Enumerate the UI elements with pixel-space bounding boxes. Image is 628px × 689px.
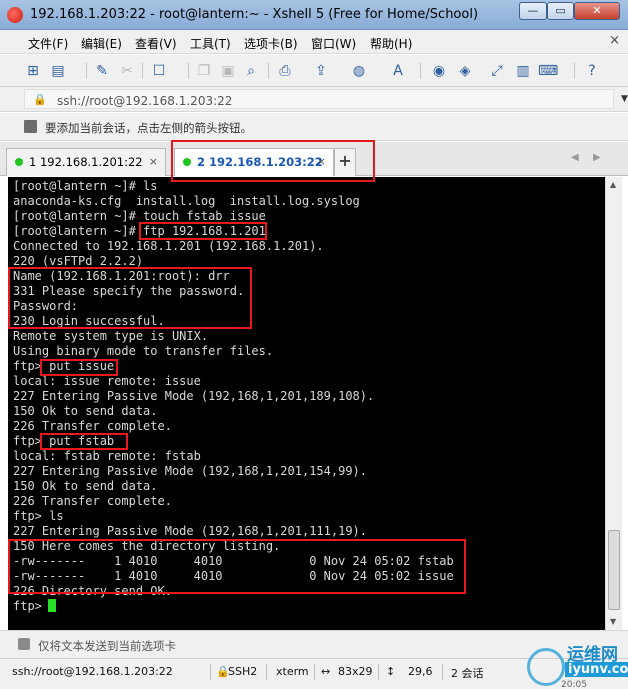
status-separator <box>442 664 443 680</box>
tab-next-icon[interactable]: ▶ <box>593 152 601 163</box>
annotation-box-put-fstab <box>40 433 128 450</box>
transfer-icon[interactable]: ⇪ <box>312 62 330 80</box>
terminal-line: 226 Transfer complete. <box>13 419 172 433</box>
terminal-prompt-line: ftp> <box>13 599 50 613</box>
font-icon[interactable]: A <box>389 62 407 80</box>
status-separator <box>314 664 315 680</box>
status-separator <box>266 664 267 680</box>
minimize-button[interactable]: — <box>519 2 547 20</box>
connected-status-icon <box>15 158 23 166</box>
menubar-close-icon[interactable]: × <box>609 33 620 48</box>
properties-icon[interactable]: ☐ <box>150 62 168 80</box>
tab-prev-icon[interactable]: ◀ <box>571 152 579 163</box>
terminal-line: 226 Transfer complete. <box>13 494 172 508</box>
annotation-box-put-issue <box>40 359 118 376</box>
menu-view[interactable]: 查看(V) <box>135 35 177 52</box>
status-bar: ssh://root@192.168.1.203:22 🔒 SSH2 xterm… <box>0 658 628 689</box>
title-bar: 192.168.1.203:22 - root@lantern:~ - Xshe… <box>0 0 628 30</box>
menu-window[interactable]: 窗口(W) <box>311 35 356 52</box>
cursor-icon: ↕ <box>386 665 396 678</box>
compose-bar: 仅将文本发送到当前选项卡 <box>0 630 628 658</box>
terminal-line: Remote system type is UNIX. <box>13 329 209 343</box>
toolbar-separator <box>142 63 143 79</box>
session-hint-bar: 要添加当前会话，点击左侧的箭头按钮。 <box>0 113 628 141</box>
session-manager-icon[interactable] <box>24 120 37 133</box>
scrollbar-thumb[interactable] <box>608 530 620 610</box>
status-terminal-type: xterm <box>276 665 309 678</box>
annotation-box-ftp-command <box>139 222 267 240</box>
toolbar: ⊞ ▤ ✎ ✂ ☐ ❐ ▣ ⌕ ⎙ ⇪ ◍ A ◉ ◈ ⤢ ▥ ⌨ ? <box>0 55 628 87</box>
terminal-line: 227 Entering Passive Mode (192,168,1,201… <box>13 524 368 538</box>
help-icon[interactable]: ? <box>583 62 601 80</box>
menu-edit[interactable]: 编辑(E) <box>81 35 122 52</box>
menu-tabs[interactable]: 选项卡(B) <box>244 35 298 52</box>
menu-bar: 文件(F) 编辑(E) 查看(V) 工具(T) 选项卡(B) 窗口(W) 帮助(… <box>0 30 628 54</box>
print-icon[interactable]: ⎙ <box>276 62 294 80</box>
status-separator <box>210 664 211 680</box>
status-cursor-position: 29,6 <box>408 665 433 678</box>
tab-close-icon[interactable]: × <box>149 155 158 168</box>
menu-tools[interactable]: 工具(T) <box>190 35 231 52</box>
compose-input[interactable]: 仅将文本发送到当前选项卡 <box>38 638 176 654</box>
annotation-box-active-tab <box>171 140 375 182</box>
toolbar-separator <box>268 63 269 79</box>
menu-file[interactable]: 文件(F) <box>28 35 68 52</box>
session-hint-text: 要添加当前会话，点击左侧的箭头按钮。 <box>45 121 252 135</box>
xftp-icon[interactable]: ◉ <box>430 62 448 80</box>
scroll-down-icon[interactable]: ▼ <box>610 617 616 626</box>
terminal-line: 150 Ok to send data. <box>13 479 158 493</box>
address-text: ssh://root@192.168.1.203:22 <box>57 94 233 108</box>
disconnect-icon[interactable]: ✂ <box>118 62 136 80</box>
maximize-button[interactable]: ▭ <box>547 2 574 20</box>
toolbar-separator <box>420 63 421 79</box>
terminal-line: Using binary mode to transfer files. <box>13 344 274 358</box>
toolbar-separator <box>188 63 189 79</box>
close-button[interactable]: ✕ <box>574 2 620 20</box>
color-scheme-icon[interactable]: ◍ <box>350 62 368 80</box>
terminal-line: local: issue remote: issue <box>13 374 201 388</box>
compose-icon[interactable] <box>18 638 30 650</box>
terminal-line: 227 Entering Passive Mode (192,168,1,201… <box>13 464 368 478</box>
find-icon[interactable]: ⌕ <box>242 62 260 80</box>
xmanager-icon[interactable]: ◈ <box>456 62 474 80</box>
window-title: 192.168.1.203:22 - root@lantern:~ - Xshe… <box>30 7 479 22</box>
status-address: ssh://root@192.168.1.203:22 <box>12 665 173 678</box>
tab-session-1[interactable]: 1 192.168.1.201:22 × <box>6 148 166 176</box>
keyboard-icon[interactable]: ⌨ <box>538 62 558 80</box>
new-session-icon[interactable]: ⊞ <box>24 62 42 80</box>
toolbar-separator <box>86 63 87 79</box>
status-num-lock: NUM <box>578 665 604 678</box>
toolbar-separator <box>574 63 575 79</box>
fullscreen-icon[interactable]: ⤢ <box>488 62 506 80</box>
terminal-line: Connected to 192.168.1.201 (192.168.1.20… <box>13 239 324 253</box>
menu-help[interactable]: 帮助(H) <box>370 35 412 52</box>
terminal-line: local: fstab remote: fstab <box>13 449 201 463</box>
lock-icon: 🔒 <box>33 93 47 106</box>
lock-screen-icon[interactable]: ▥ <box>514 62 532 80</box>
tab-label: 1 192.168.1.201:22 <box>29 155 143 169</box>
address-bar: 🔒 ssh://root@192.168.1.203:22 ▼ <box>0 87 628 112</box>
copy-icon[interactable]: ❐ <box>195 62 213 80</box>
terminal-line: anaconda-ks.cfg install.log install.log.… <box>13 194 360 208</box>
xshell-app-icon[interactable] <box>7 7 23 23</box>
terminal-line: ftp> ls <box>13 509 64 523</box>
terminal-line: 227 Entering Passive Mode (192,168,1,201… <box>13 389 375 403</box>
reconnect-icon[interactable]: ✎ <box>93 62 111 80</box>
status-size: 83x29 <box>338 665 373 678</box>
resize-icon: ↔ <box>321 665 331 678</box>
status-separator <box>378 664 379 680</box>
chevron-down-icon[interactable]: ▼ <box>621 94 628 104</box>
status-session-count: 2 会话 <box>451 667 484 680</box>
terminal-line: 150 Ok to send data. <box>13 404 158 418</box>
scroll-up-icon[interactable]: ▲ <box>610 180 616 189</box>
paste-icon[interactable]: ▣ <box>219 62 237 80</box>
open-folder-icon[interactable]: ▤ <box>49 62 67 80</box>
annotation-box-listing <box>8 539 466 594</box>
terminal-cursor <box>48 599 56 612</box>
terminal-line: [root@lantern ~]# ls <box>13 179 158 193</box>
annotation-box-login <box>8 267 252 329</box>
status-protocol: SSH2 <box>228 665 258 678</box>
address-field[interactable]: 🔒 ssh://root@192.168.1.203:22 ▼ <box>24 89 628 109</box>
terminal-scrollbar[interactable]: ▲ ▼ <box>605 177 622 630</box>
